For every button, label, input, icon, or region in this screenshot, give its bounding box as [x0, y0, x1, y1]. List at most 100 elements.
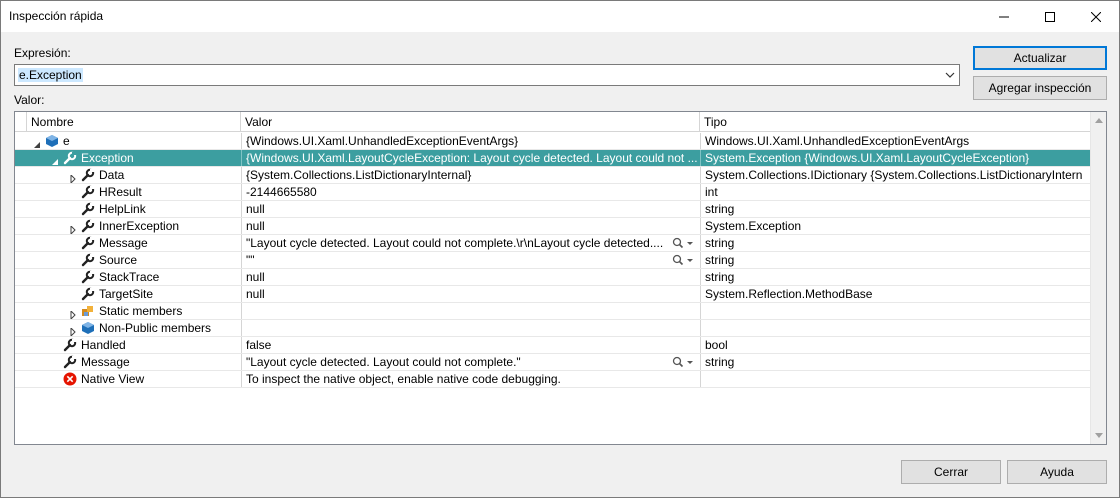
scroll-up-icon: [1095, 118, 1103, 123]
expander-expanded-icon[interactable]: [51, 154, 59, 165]
vertical-scrollbar[interactable]: [1090, 112, 1106, 444]
watch-grid: Nombre Valor Tipo e {Windows.UI.Xaml.Unha…: [14, 111, 1107, 445]
close-window-button[interactable]: [1073, 1, 1119, 32]
row-value-text: null: [246, 270, 265, 284]
name-cell: Data: [27, 167, 241, 183]
table-row[interactable]: InnerException null System.Exception: [15, 218, 1090, 235]
table-row[interactable]: Static members: [15, 303, 1090, 320]
table-row[interactable]: StackTrace null string: [15, 269, 1090, 286]
table-row[interactable]: Native View To inspect the native object,…: [15, 371, 1090, 388]
value-cell[interactable]: {Windows.UI.Xaml.LayoutCycleException: L…: [241, 150, 700, 166]
object-icon: [45, 134, 59, 148]
type-cell: System.Exception {Windows.UI.Xaml.Layout…: [700, 150, 1090, 166]
magnifier-icon[interactable]: [672, 237, 694, 249]
property-icon: [81, 236, 95, 250]
table-row[interactable]: Message "Layout cycle detected. Layout co…: [15, 235, 1090, 252]
name-cell: Static members: [27, 303, 241, 319]
row-value-text: {System.Collections.ListDictionaryIntern…: [246, 168, 472, 182]
type-cell: System.Reflection.MethodBase: [700, 286, 1090, 302]
row-name-label: Non-Public members: [99, 321, 212, 335]
value-cell[interactable]: To inspect the native object, enable nat…: [241, 371, 700, 387]
value-cell[interactable]: null: [241, 269, 700, 285]
value-cell[interactable]: -2144665580: [241, 184, 700, 200]
property-icon: [63, 151, 77, 165]
type-cell: [700, 371, 1090, 387]
value-cell[interactable]: [241, 303, 700, 319]
row-value-text: "Layout cycle detected. Layout could not…: [246, 355, 521, 369]
property-icon: [63, 338, 77, 352]
value-cell[interactable]: [241, 320, 700, 336]
table-row[interactable]: Non-Public members: [15, 320, 1090, 337]
expander-collapsed-icon[interactable]: [69, 307, 77, 319]
expression-input[interactable]: e.Exception: [18, 68, 83, 82]
header-spacer: [15, 112, 27, 132]
property-icon: [81, 270, 95, 284]
row-name-label: Message: [81, 355, 130, 369]
title-bar[interactable]: Inspección rápida: [1, 1, 1119, 32]
value-cell[interactable]: null: [241, 286, 700, 302]
row-name-label: Data: [99, 168, 125, 182]
property-icon: [81, 202, 95, 216]
help-button[interactable]: Ayuda: [1007, 460, 1107, 484]
column-header-value[interactable]: Valor: [241, 112, 700, 132]
add-watch-button[interactable]: Agregar inspección: [973, 76, 1107, 100]
maximize-icon: [1045, 11, 1055, 22]
expander-collapsed-icon[interactable]: [69, 171, 77, 183]
name-cell: Message: [27, 235, 241, 251]
table-row[interactable]: e {Windows.UI.Xaml.UnhandledExceptionEven…: [15, 133, 1090, 150]
table-row[interactable]: Message "Layout cycle detected. Layout co…: [15, 354, 1090, 371]
column-header-name[interactable]: Nombre: [27, 112, 241, 132]
row-name-label: Message: [99, 236, 148, 250]
value-cell[interactable]: "Layout cycle detected. Layout could not…: [241, 235, 700, 251]
table-row[interactable]: Handled false bool: [15, 337, 1090, 354]
close-button[interactable]: Cerrar: [901, 460, 1001, 484]
expander-collapsed-icon[interactable]: [69, 222, 77, 234]
minimize-icon: [999, 16, 1009, 17]
table-row[interactable]: HelpLink null string: [15, 201, 1090, 218]
minimize-button[interactable]: [981, 1, 1027, 32]
table-row[interactable]: Exception {Windows.UI.Xaml.LayoutCycleExc…: [15, 150, 1090, 167]
table-row[interactable]: Data {System.Collections.ListDictionaryIn…: [15, 167, 1090, 184]
name-cell: Non-Public members: [27, 320, 241, 336]
value-label: Valor:: [14, 93, 45, 107]
value-cell[interactable]: {Windows.UI.Xaml.UnhandledExceptionEvent…: [241, 133, 700, 149]
value-cell[interactable]: null: [241, 218, 700, 234]
property-icon: [81, 168, 95, 182]
scroll-down-icon: [1095, 433, 1103, 438]
type-cell: Windows.UI.Xaml.UnhandledExceptionEventA…: [700, 133, 1090, 149]
row-value-text: null: [246, 219, 265, 233]
table-row[interactable]: TargetSite null System.Reflection.MethodBa…: [15, 286, 1090, 303]
value-cell[interactable]: null: [241, 201, 700, 217]
scroll-down-button[interactable]: [1091, 428, 1106, 444]
grid-rows: e {Windows.UI.Xaml.UnhandledExceptionEven…: [15, 133, 1090, 388]
table-row[interactable]: Source "" string: [15, 252, 1090, 269]
update-button[interactable]: Actualizar: [973, 46, 1107, 70]
expander-expanded-icon[interactable]: [33, 137, 41, 148]
expander-collapsed-icon[interactable]: [69, 324, 77, 336]
name-cell: Exception: [27, 150, 241, 166]
expression-label: Expresión:: [14, 46, 71, 60]
name-cell: InnerException: [27, 218, 241, 234]
grid-header: Nombre Valor Tipo: [15, 112, 1106, 132]
table-row[interactable]: HResult -2144665580 int: [15, 184, 1090, 201]
value-cell[interactable]: false: [241, 337, 700, 353]
scroll-up-button[interactable]: [1091, 112, 1106, 128]
expression-combobox[interactable]: e.Exception: [14, 64, 960, 86]
property-icon: [81, 253, 95, 267]
type-cell: string: [700, 252, 1090, 268]
magnifier-icon[interactable]: [672, 254, 694, 266]
row-name-label: StackTrace: [99, 270, 160, 284]
row-value-text: false: [246, 338, 272, 352]
name-cell: Native View: [27, 371, 241, 387]
chevron-down-icon[interactable]: [944, 69, 956, 81]
value-cell[interactable]: "Layout cycle detected. Layout could not…: [241, 354, 700, 370]
type-cell: string: [700, 201, 1090, 217]
property-icon: [81, 185, 95, 199]
value-cell[interactable]: {System.Collections.ListDictionaryIntern…: [241, 167, 700, 183]
row-name-label: Static members: [99, 304, 183, 318]
value-cell[interactable]: "": [241, 252, 700, 268]
magnifier-icon[interactable]: [672, 356, 694, 368]
row-value-text: "": [246, 253, 255, 267]
maximize-button[interactable]: [1027, 1, 1073, 32]
column-header-type[interactable]: Tipo: [700, 112, 1090, 132]
